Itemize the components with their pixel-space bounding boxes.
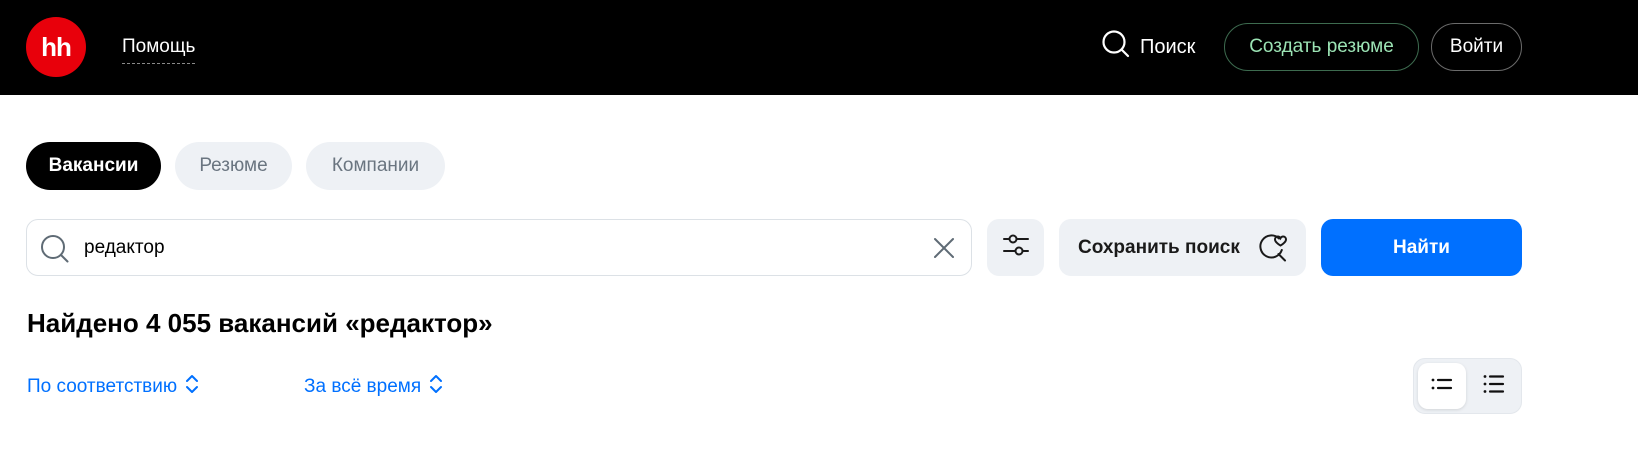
tab-resumes[interactable]: Резюме (175, 142, 292, 190)
top-header: hh Помощь Поиск Создать резюме Войти (0, 0, 1638, 95)
chevron-updown-icon (177, 373, 199, 401)
search-icon (1101, 29, 1140, 65)
sort-period-label: За всё время (304, 376, 422, 397)
save-search-button[interactable]: Сохранить поиск (1059, 219, 1306, 276)
search-input[interactable] (84, 220, 904, 275)
close-icon[interactable] (933, 237, 955, 264)
sort-relevance-select[interactable]: По соответствию (27, 373, 199, 401)
header-search-link[interactable]: Поиск (1101, 29, 1196, 65)
find-button[interactable]: Найти (1321, 219, 1522, 276)
filters-button[interactable] (987, 219, 1044, 276)
results-title: Найдено 4 055 вакансий «редактор» (27, 308, 493, 338)
tab-vacancies[interactable]: Вакансии (26, 142, 161, 190)
compact-list-icon (1431, 375, 1453, 398)
full-list-icon (1483, 374, 1505, 399)
hh-logo[interactable]: hh (26, 17, 86, 77)
save-search-label: Сохранить поиск (1078, 236, 1240, 258)
sort-relevance-label: По соответствию (27, 376, 178, 397)
sort-period-select[interactable]: За всё время (304, 373, 443, 401)
create-resume-button[interactable]: Создать резюме (1224, 23, 1419, 71)
compact-view-button[interactable] (1418, 363, 1466, 409)
filters-icon (1002, 232, 1030, 263)
search-field (26, 219, 972, 276)
header-search-label: Поиск (1140, 35, 1196, 58)
tab-companies[interactable]: Компании (306, 142, 445, 190)
view-toggle (1413, 358, 1522, 414)
full-view-button[interactable] (1470, 363, 1518, 409)
help-link[interactable]: Помощь (122, 35, 196, 64)
login-button[interactable]: Войти (1431, 23, 1522, 71)
chevron-updown-icon (421, 373, 443, 401)
search-icon (40, 234, 70, 269)
